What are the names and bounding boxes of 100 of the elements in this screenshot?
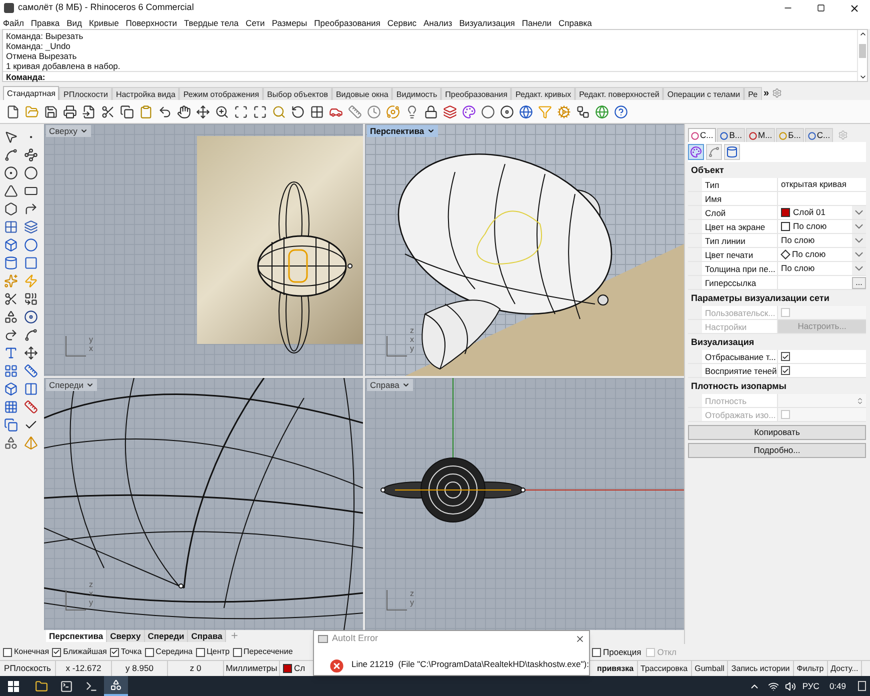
property-value-cell[interactable]: По слою	[778, 234, 866, 247]
volume-icon[interactable]	[785, 680, 796, 692]
open-folder-icon[interactable]	[25, 104, 39, 118]
shapes-icon[interactable]	[4, 310, 18, 324]
search-icon[interactable]	[272, 104, 286, 118]
spinner-icon[interactable]	[856, 396, 864, 404]
cube-icon[interactable]	[4, 238, 18, 252]
toolbar-tab[interactable]: Стандартная	[3, 86, 60, 100]
property-value-cell[interactable]: Слой 01	[778, 206, 866, 219]
terminal-icon[interactable]	[60, 680, 73, 692]
menu-item[interactable]: Твердые тела	[184, 16, 239, 28]
circle-icon[interactable]	[4, 166, 18, 180]
panel-tab[interactable]: В...	[717, 128, 745, 142]
menu-item[interactable]: Сети	[246, 16, 265, 28]
copy-icon[interactable]	[4, 418, 18, 432]
viewport-title[interactable]: Сверху	[46, 125, 92, 137]
menu-item[interactable]: Кривые	[89, 16, 119, 28]
pointer-icon[interactable]	[4, 130, 18, 144]
control-points-icon[interactable]	[24, 148, 38, 162]
menu-item[interactable]: Сервис	[387, 16, 416, 28]
osnap-option[interactable]: Проекция	[592, 646, 642, 658]
globe-icon[interactable]	[519, 104, 533, 118]
property-value-cell[interactable]	[778, 364, 866, 377]
four-viewports-icon[interactable]	[310, 104, 324, 118]
viewport-title[interactable]: Справа	[367, 379, 414, 391]
move-icon[interactable]	[196, 104, 210, 118]
polyline-icon[interactable]	[4, 148, 18, 162]
workflow-icon[interactable]	[576, 104, 590, 118]
clock-time[interactable]: 0:49	[829, 680, 846, 692]
arc-arrow-icon[interactable]	[4, 328, 18, 342]
property-value-cell[interactable]	[778, 408, 866, 421]
move-icon[interactable]	[24, 346, 38, 360]
property-value-cell[interactable]	[778, 306, 866, 319]
array-icon[interactable]	[4, 400, 18, 414]
property-value-cell[interactable]	[778, 350, 866, 363]
dropdown-caret-icon[interactable]	[852, 220, 866, 233]
surface-grid-icon[interactable]	[4, 220, 18, 234]
panel-button[interactable]: Подробно...	[688, 443, 866, 458]
property-value-cell[interactable]: По слою	[778, 248, 866, 261]
property-value-cell[interactable]: По слою	[778, 220, 866, 233]
dropdown-caret-icon[interactable]	[852, 262, 866, 275]
folder-icon[interactable]	[35, 680, 48, 692]
viewport-tab[interactable]: Спереди	[144, 630, 188, 642]
checkbox[interactable]	[592, 648, 601, 656]
panel-tab[interactable]: С...	[688, 128, 716, 142]
menu-item[interactable]: Вид	[66, 16, 82, 28]
copy-icon[interactable]	[120, 104, 134, 118]
dropdown-caret-icon[interactable]	[852, 248, 866, 261]
wifi-icon[interactable]	[768, 680, 780, 692]
ellipse-icon[interactable]	[24, 166, 38, 180]
osnap-option[interactable]: Точка	[110, 646, 142, 658]
property-value-cell[interactable]: По слою	[778, 262, 866, 275]
checkbox[interactable]	[232, 648, 242, 656]
box-icon[interactable]	[4, 382, 18, 396]
zoom-extents-icon[interactable]	[253, 104, 267, 118]
blocks-icon[interactable]	[4, 364, 18, 378]
curve-icon[interactable]	[24, 202, 38, 216]
rotate-icon[interactable]	[291, 104, 305, 118]
osnap-option[interactable]: Середина	[144, 646, 193, 658]
menu-item[interactable]: Размеры	[272, 16, 308, 28]
clock-icon[interactable]	[367, 104, 381, 118]
undo-icon[interactable]	[158, 104, 172, 118]
zoom-in-icon[interactable]	[215, 104, 229, 118]
scroll-down-icon[interactable]	[858, 73, 866, 81]
menu-item[interactable]: Поверхности	[126, 16, 177, 28]
toolbar-tab[interactable]: Операции с телами	[663, 87, 744, 100]
toolbar-tab[interactable]: Редакт. поверхностей	[575, 87, 664, 100]
toolbar-tab[interactable]: Режим отображения	[179, 87, 264, 100]
viewport[interactable]: Сверху y x	[44, 124, 363, 376]
browse-button[interactable]: ...	[852, 276, 866, 288]
lock-icon[interactable]	[424, 104, 438, 118]
viewport[interactable]: Справа z y	[365, 378, 684, 630]
osnap-option[interactable]: Центр	[196, 646, 230, 658]
dropdown-caret-icon[interactable]	[852, 206, 866, 219]
cut-icon[interactable]	[101, 104, 115, 118]
menu-item[interactable]: Анализ	[424, 16, 452, 28]
polygon-icon[interactable]	[4, 202, 18, 216]
cylinder-icon[interactable]	[4, 256, 18, 270]
orbit-icon[interactable]	[386, 104, 400, 118]
toolbar-tab[interactable]: РПлоскости	[59, 87, 112, 100]
triangle-icon[interactable]	[4, 184, 18, 198]
property-value-cell[interactable]	[778, 394, 866, 407]
text-icon[interactable]	[4, 346, 18, 360]
columns-icon[interactable]	[24, 382, 38, 396]
language-indicator[interactable]: РУС	[802, 680, 820, 692]
property-value-cell[interactable]: открытая кривая	[778, 178, 866, 191]
pan-icon[interactable]	[177, 104, 191, 118]
viewport[interactable]: Перспектива z x y	[365, 124, 684, 376]
toolbar-tab[interactable]: Выбор объектов	[263, 87, 332, 100]
viewport-tab[interactable]: Справа	[188, 630, 226, 642]
toolbar-tab[interactable]: Настройка вида	[112, 87, 180, 100]
zoom-window-icon[interactable]	[234, 104, 248, 118]
lightbulb-icon[interactable]	[405, 104, 419, 118]
menu-item[interactable]: Визуализация	[459, 16, 515, 28]
close-icon[interactable]	[575, 634, 585, 644]
layers-icon[interactable]	[24, 220, 38, 234]
notification-icon[interactable]	[858, 681, 866, 691]
scissors-icon[interactable]	[4, 292, 18, 306]
viewport-title[interactable]: Спереди	[46, 379, 98, 391]
menu-item[interactable]: Справка	[558, 16, 592, 28]
